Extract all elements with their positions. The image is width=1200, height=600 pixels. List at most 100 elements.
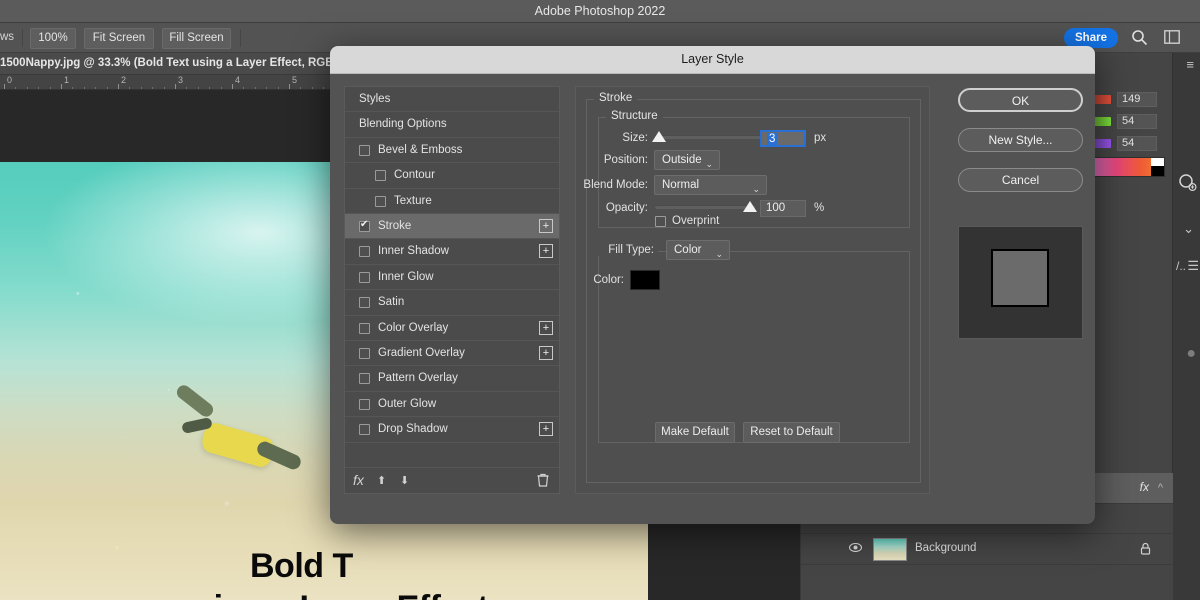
add-effect-instance-button[interactable]: + — [539, 320, 553, 335]
effect-list-item[interactable]: Pattern Overlay — [345, 366, 559, 392]
add-effect-instance-button[interactable]: + — [539, 244, 553, 259]
workspace-icon[interactable] — [1164, 30, 1180, 49]
share-button[interactable]: Share — [1064, 28, 1118, 48]
add-effect-instance-button[interactable]: + — [539, 219, 553, 233]
chevron-down-icon: ⌄ — [715, 249, 723, 259]
effect-checkbox[interactable] — [375, 195, 386, 207]
opacity-slider-thumb[interactable] — [743, 201, 757, 212]
list-icon[interactable]: ☰ — [1187, 258, 1199, 274]
effect-checkbox[interactable] — [359, 424, 370, 436]
opacity-unit: % — [814, 202, 825, 214]
effect-label: Contour — [394, 169, 435, 182]
effect-list-item[interactable]: Styles — [345, 87, 559, 113]
preview-thumbnail — [958, 226, 1083, 339]
add-effect-instance-button[interactable]: + — [539, 346, 553, 360]
effect-checkbox[interactable] — [359, 246, 370, 258]
document-tab-label[interactable]: 1500Nappy.jpg @ 33.3% (Bold Text using a… — [0, 57, 334, 69]
effect-checkbox[interactable] — [359, 271, 370, 283]
size-slider-track[interactable] — [655, 135, 765, 139]
add-effect-instance-button[interactable]: + — [539, 422, 553, 437]
toolbar-separator — [22, 29, 23, 47]
effect-list-item[interactable]: Satin — [345, 290, 559, 316]
fill-type-select[interactable]: Color ⌄ — [666, 240, 730, 260]
add-adjustment-icon[interactable] — [1178, 173, 1197, 195]
effect-label: Gradient Overlay — [378, 347, 465, 359]
effect-list-item[interactable]: Inner Shadow + — [345, 239, 559, 265]
stroke-color-swatch[interactable] — [630, 270, 660, 290]
scroll-dot-icon: ● — [1186, 345, 1196, 362]
effect-list-item[interactable]: Texture — [345, 189, 559, 214]
effect-label: Outer Glow — [378, 397, 437, 410]
fill-screen-button[interactable]: Fill Screen — [162, 28, 231, 49]
collapse-effects-icon[interactable]: ^ — [1158, 482, 1163, 494]
fill-type-value: Color — [674, 244, 702, 256]
layers-panel-background-row[interactable]: Background — [801, 534, 1173, 565]
effect-checkbox[interactable] — [359, 322, 370, 334]
position-value: Outside — [662, 154, 702, 166]
layer-thumbnail[interactable] — [873, 538, 907, 561]
effect-label: Bevel & Emboss — [378, 143, 463, 156]
effect-checkbox[interactable] — [375, 170, 386, 182]
blend-mode-select[interactable]: Normal ⌄ — [654, 175, 767, 195]
chevron-down-icon: ⌄ — [752, 184, 760, 194]
effect-label: Color Overlay — [378, 321, 449, 334]
effect-list-item[interactable]: Inner Glow — [345, 265, 559, 291]
new-style-button[interactable]: New Style... — [958, 128, 1083, 152]
layer-visibility-icon[interactable] — [848, 542, 863, 555]
blend-mode-label: Blend Mode: — [583, 179, 648, 191]
red-value[interactable]: 149 — [1117, 92, 1157, 107]
effect-checkbox[interactable] — [359, 297, 370, 309]
size-slider-thumb[interactable] — [652, 131, 666, 142]
lock-icon[interactable] — [1140, 542, 1151, 558]
layer-name[interactable]: Background — [915, 542, 976, 554]
delete-effect-icon[interactable] — [537, 473, 549, 490]
effect-list-item[interactable]: Blending Options — [345, 112, 559, 138]
move-effect-up-icon[interactable]: ⬆ — [377, 474, 386, 487]
ruler-number: 5 — [292, 75, 298, 85]
overprint-checkbox[interactable] — [655, 216, 666, 227]
move-effect-down-icon[interactable]: ⬇ — [400, 474, 409, 487]
effect-checkbox[interactable] — [359, 398, 370, 410]
opacity-input[interactable]: 100 — [760, 200, 806, 217]
fit-screen-button[interactable]: Fit Screen — [84, 28, 154, 49]
effect-label: Stroke — [378, 220, 412, 232]
strip-divider — [1174, 248, 1198, 249]
green-value[interactable]: 54 — [1117, 114, 1157, 129]
effect-list-item[interactable]: Bevel & Emboss — [345, 138, 559, 164]
position-select[interactable]: Outside ⌄ — [654, 150, 720, 170]
effect-list-item[interactable]: Drop Shadow + — [345, 417, 559, 443]
effect-checkbox[interactable] — [359, 373, 370, 385]
effect-list-item[interactable]: Gradient Overlay + — [345, 341, 559, 367]
panel-menu-strip-icon[interactable]: ≡ — [1186, 57, 1194, 72]
curves-icon[interactable]: /.. — [1176, 259, 1186, 273]
make-default-button[interactable]: Make Default — [655, 422, 735, 443]
blend-mode-value: Normal — [662, 179, 700, 191]
size-input[interactable]: 3 — [760, 130, 806, 147]
canvas-text-line-1: Bold T — [250, 547, 353, 585]
swimmer-limb — [174, 382, 216, 420]
blue-value[interactable]: 54 — [1117, 136, 1157, 151]
canvas-text-line-2: using a Layer Effect — [175, 586, 489, 600]
effect-checkbox[interactable] — [359, 144, 370, 156]
zoom-100-button[interactable]: 100% — [30, 28, 76, 49]
effect-list-item[interactable]: Outer Glow — [345, 392, 559, 418]
search-icon[interactable] — [1131, 29, 1148, 51]
size-input-value: 3 — [767, 133, 778, 145]
effect-list-item[interactable]: Contour — [345, 163, 559, 189]
opacity-slider-track[interactable] — [655, 205, 755, 209]
black-swatch[interactable] — [1151, 166, 1164, 176]
effect-list-item[interactable]: Stroke + — [345, 214, 559, 240]
app-title-bar: Adobe Photoshop 2022 — [0, 0, 1200, 23]
effect-list-item[interactable]: Color Overlay + — [345, 316, 559, 341]
effect-label: Inner Shadow — [378, 245, 449, 258]
windows-menu-label[interactable]: ws — [0, 31, 14, 43]
reset-to-default-button[interactable]: Reset to Default — [743, 422, 840, 443]
effect-label: Styles — [359, 93, 391, 105]
effect-checkbox[interactable] — [359, 218, 370, 232]
layer-fx-badge[interactable]: fx — [1140, 480, 1149, 494]
cancel-button[interactable]: Cancel — [958, 168, 1083, 192]
ok-button[interactable]: OK — [958, 88, 1083, 112]
chevron-down-panel-icon[interactable]: ⌄ — [1183, 221, 1194, 237]
add-effect-fx-icon[interactable]: fx — [353, 472, 364, 488]
effect-checkbox[interactable] — [359, 348, 370, 359]
